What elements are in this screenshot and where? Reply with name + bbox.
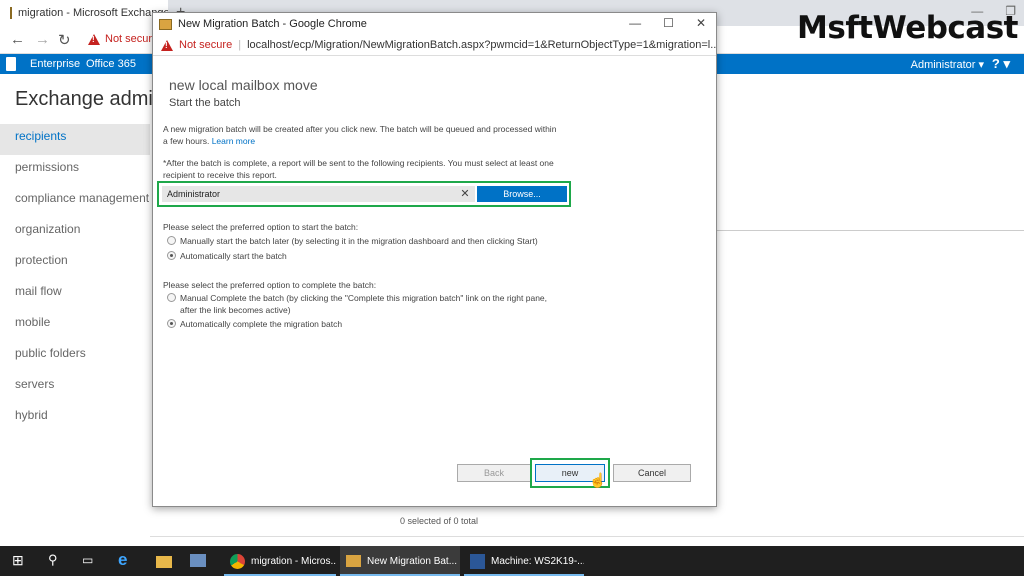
maximize-icon[interactable]: ☐ [663,16,674,30]
background-not-secure[interactable]: Not secure [88,33,158,45]
taskbar-app-chrome-migration[interactable]: migration - Micros... [224,546,336,576]
popup-not-secure[interactable]: Not secure [179,39,232,51]
popup-url: localhost/ecp/Migration/NewMigrationBatc… [247,39,716,51]
background-tab[interactable]: migration - Microsoft Exchange [0,0,168,26]
task-view-icon[interactable]: ▭ [82,553,98,569]
exchange-favicon-icon [346,555,361,567]
back-arrow-icon[interactable]: ← [10,31,25,48]
background-tab-title: migration - Microsoft Exchange [18,7,168,19]
divider [716,230,1024,231]
taskbar-app-machine[interactable]: Machine: WS2K19-... [464,546,584,576]
left-nav-servers[interactable]: servers [0,372,150,403]
left-nav-mail-flow[interactable]: mail flow [0,279,150,310]
address-separator: | [238,39,242,51]
exchange-favicon-icon [10,7,12,19]
internet-explorer-icon[interactable]: e [118,550,134,569]
start-option-manual[interactable]: Manually start the batch later (by selec… [167,235,567,247]
dialog-content: new local mailbox move Start the batch A… [153,57,716,506]
nav-enterprise[interactable]: Enterprise [30,58,80,70]
left-nav-recipients[interactable]: recipients [0,124,150,155]
exchange-icon [470,553,485,569]
radio-button[interactable] [167,236,176,245]
browse-button[interactable]: Browse... [477,186,567,202]
start-option-auto[interactable]: Automatically start the batch [167,250,567,262]
forward-arrow-icon[interactable]: → [35,31,50,48]
left-nav-mobile[interactable]: mobile [0,310,150,341]
file-explorer-icon[interactable] [156,556,172,568]
help-menu[interactable]: ? ▾ [992,56,1010,72]
learn-more-link[interactable]: Learn more [212,136,255,146]
migration-popup-window: New Migration Batch - Google Chrome — ☐ … [152,12,717,507]
reload-icon[interactable]: ↻ [58,31,71,49]
hand-cursor-icon: ☝ [589,472,607,488]
left-nav-organization[interactable]: organization [0,217,150,248]
back-button[interactable]: Back [457,464,531,482]
server-manager-icon[interactable] [190,554,206,567]
watermark-logo: MsftWebcast [797,10,1018,46]
nav-office365[interactable]: Office 365 [86,58,136,70]
recipient-highlight: ✕ Browse... [157,181,571,207]
recipient-field[interactable] [162,186,475,202]
close-icon[interactable]: ✕ [696,16,706,30]
admin-menu[interactable]: Administrator ▾ [911,58,984,71]
dialog-title: new local mailbox move [169,77,318,93]
office-logo-icon [6,57,16,71]
start-prompt: Please select the preferred option to st… [163,222,359,232]
radio-button-selected[interactable] [167,319,176,328]
taskbar-app-new-migration[interactable]: New Migration Bat... [340,546,460,576]
left-nav-permissions[interactable]: permissions [0,155,150,186]
exchange-favicon-icon [159,18,172,30]
left-nav-protection[interactable]: protection [0,248,150,279]
divider [150,536,1024,537]
left-nav-hybrid[interactable]: hybrid [0,403,150,434]
cancel-button[interactable]: Cancel [613,464,691,482]
recipients-note: *After the batch is complete, a report w… [163,158,554,180]
complete-option-auto[interactable]: Automatically complete the migration bat… [167,318,567,330]
dialog-subtitle: Start the batch [169,97,241,109]
warning-icon [88,33,100,45]
popup-window-title: New Migration Batch - Google Chrome [178,18,367,30]
popup-window-controls: — ☐ ✕ [629,16,706,30]
search-icon[interactable]: ⚲ [48,552,64,568]
windows-taskbar: ⊞ ⚲ ▭ e migration - Micros... New Migrat… [0,546,1024,576]
clear-icon[interactable]: ✕ [457,186,473,202]
complete-prompt: Please select the preferred option to co… [163,280,377,290]
left-nav-public-folders[interactable]: public folders [0,341,150,372]
radio-button-selected[interactable] [167,251,176,260]
popup-title-bar: New Migration Batch - Google Chrome — ☐ … [153,13,716,35]
popup-address-bar[interactable]: Not secure | localhost/ecp/Migration/New… [153,35,716,56]
complete-option-manual[interactable]: Manual Complete the batch (by clicking t… [167,292,562,316]
minimize-icon[interactable]: — [629,16,641,30]
selection-status: 0 selected of 0 total [400,516,479,526]
intro-text: A new migration batch will be created af… [163,124,557,146]
warning-icon [161,39,173,51]
left-nav-compliance[interactable]: compliance management [0,186,150,217]
windows-start-icon[interactable]: ⊞ [12,552,28,568]
radio-button[interactable] [167,293,176,302]
chrome-icon [230,553,245,569]
eac-left-nav: recipients permissions compliance manage… [0,124,150,434]
